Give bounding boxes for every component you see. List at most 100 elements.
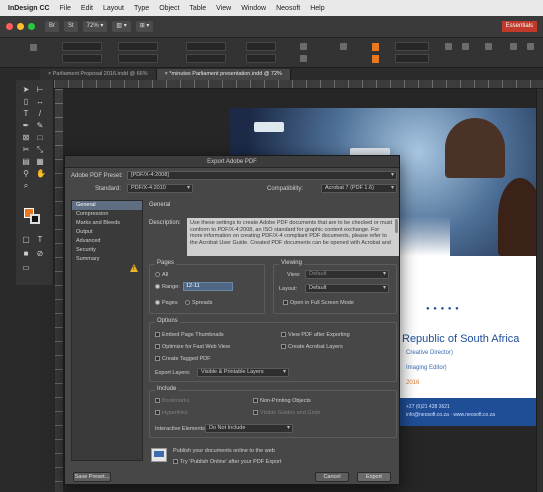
- menu-window[interactable]: Window: [241, 5, 266, 12]
- apply-none-icon[interactable]: ⊘: [36, 250, 44, 258]
- layout-select[interactable]: Default: [305, 284, 389, 293]
- screen-mode-dropdown[interactable]: ⊞ ▾: [135, 21, 154, 32]
- app-name-menu[interactable]: InDesign CC: [8, 5, 50, 12]
- menu-edit[interactable]: Edit: [81, 5, 93, 12]
- effects-icon[interactable]: [445, 43, 452, 50]
- type-tool-icon[interactable]: T: [22, 110, 30, 118]
- bridge-icon[interactable]: Br: [45, 21, 59, 32]
- scale-x-field[interactable]: [186, 42, 226, 51]
- free-transform-tool-icon[interactable]: ⤡: [36, 146, 44, 154]
- rectangle-tool-icon[interactable]: □: [36, 134, 44, 142]
- formatting-text-icon[interactable]: T: [36, 236, 44, 244]
- publish-online-checkbox[interactable]: Try 'Publish Online' after your PDF Expo…: [173, 459, 282, 465]
- sidebar-item-marks-bleeds[interactable]: Marks and Bleeds: [72, 219, 142, 228]
- hyperlinks-checkbox[interactable]: Hyperlinks: [155, 410, 188, 416]
- standard-select[interactable]: PDF/X-4:2010: [127, 184, 193, 193]
- menu-type[interactable]: Type: [134, 5, 149, 12]
- direct-selection-tool-icon[interactable]: ⊢: [36, 86, 44, 94]
- workspace-switcher[interactable]: Essentials: [501, 21, 537, 32]
- view-select[interactable]: Default: [305, 270, 389, 279]
- selection-tool-icon[interactable]: ➤: [22, 86, 30, 94]
- cancel-button[interactable]: Cancel: [315, 472, 349, 482]
- shear-field[interactable]: [246, 54, 276, 63]
- stroke-swatch-icon[interactable]: [30, 214, 40, 224]
- menu-help[interactable]: Help: [310, 5, 324, 12]
- save-preset-button[interactable]: Save Preset...: [73, 472, 111, 482]
- acrobat-layers-checkbox[interactable]: Create Acrobat Layers: [281, 344, 343, 350]
- interactive-elements-select[interactable]: Do Not Include: [205, 424, 293, 433]
- scissors-tool-icon[interactable]: ✂: [22, 146, 30, 154]
- rotation-field[interactable]: [246, 42, 276, 51]
- embed-thumbnails-checkbox[interactable]: Embed Page Thumbnails: [155, 332, 224, 338]
- gradient-tool-icon[interactable]: ▤: [22, 158, 30, 166]
- drop-shadow-icon[interactable]: [462, 43, 469, 50]
- pages-option-radio[interactable]: Pages: [155, 300, 178, 306]
- eyedropper-tool-icon[interactable]: ⚲: [22, 170, 30, 178]
- formatting-container-icon[interactable]: ▢: [22, 236, 30, 244]
- screen-mode-icon[interactable]: ▭: [22, 264, 30, 272]
- sidebar-item-general[interactable]: General: [72, 201, 142, 210]
- stroke-weight-field[interactable]: [395, 42, 429, 51]
- menu-file[interactable]: File: [60, 5, 71, 12]
- gap-tool-icon[interactable]: ↔: [36, 98, 44, 106]
- compatibility-select[interactable]: Acrobat 7 (PDF 1.6): [321, 184, 397, 193]
- view-options-dropdown[interactable]: ▥ ▾: [112, 21, 131, 32]
- menu-view[interactable]: View: [216, 5, 231, 12]
- rotate-icon[interactable]: [300, 43, 307, 50]
- zoom-level-dropdown[interactable]: 72% ▾: [82, 21, 108, 32]
- flip-icon[interactable]: [300, 55, 307, 62]
- sidebar-item-compression[interactable]: Compression: [72, 210, 142, 219]
- document-tab-presentation[interactable]: × *minutes Parliament presentation.indd …: [156, 69, 291, 80]
- panel-menu-icon[interactable]: [527, 43, 534, 50]
- close-window-button[interactable]: [6, 23, 13, 30]
- view-after-export-checkbox[interactable]: View PDF after Exporting: [281, 332, 350, 338]
- sidebar-item-output[interactable]: Output: [72, 228, 142, 237]
- spreads-option-radio[interactable]: Spreads: [185, 300, 213, 306]
- stock-icon[interactable]: St: [64, 21, 78, 32]
- fullscreen-checkbox[interactable]: Open in Full Screen Mode: [283, 300, 354, 306]
- document-tab-proposal[interactable]: × Parliament Proposal 2016.indd @ 66%: [40, 69, 157, 80]
- hand-tool-icon[interactable]: ✋: [36, 170, 46, 178]
- pages-range-radio[interactable]: Range:: [155, 284, 180, 290]
- menu-object[interactable]: Object: [159, 5, 179, 12]
- apply-color-icon[interactable]: ■: [22, 250, 30, 258]
- pages-all-radio[interactable]: All: [155, 272, 168, 278]
- stroke-color-swatch[interactable]: [372, 55, 379, 63]
- optimize-web-checkbox[interactable]: Optimize for Fast Web View: [155, 344, 230, 350]
- description-scrollbar[interactable]: [395, 219, 398, 233]
- zoom-tool-icon[interactable]: ⌕: [22, 182, 30, 190]
- tagged-pdf-checkbox[interactable]: Create Tagged PDF: [155, 356, 211, 362]
- y-position-field[interactable]: [62, 54, 102, 63]
- menu-layout[interactable]: Layout: [103, 5, 124, 12]
- note-tool-icon[interactable]: ▦: [36, 158, 44, 166]
- minimize-window-button[interactable]: [17, 23, 24, 30]
- x-position-field[interactable]: [62, 42, 102, 51]
- sidebar-item-advanced[interactable]: Advanced: [72, 237, 142, 246]
- width-field[interactable]: [118, 42, 158, 51]
- page-tool-icon[interactable]: ▯: [22, 98, 30, 106]
- pen-tool-icon[interactable]: ✒: [22, 122, 30, 130]
- bookmarks-checkbox[interactable]: Bookmarks: [155, 398, 190, 404]
- select-container-icon[interactable]: [340, 43, 347, 50]
- menu-table[interactable]: Table: [189, 5, 206, 12]
- description-textarea[interactable]: Use these settings to create Adobe PDF d…: [187, 218, 399, 256]
- line-tool-icon[interactable]: /: [36, 110, 44, 118]
- export-layers-select[interactable]: Visible & Printable Layers: [197, 368, 289, 377]
- sidebar-item-security[interactable]: Security: [72, 246, 142, 255]
- nonprinting-objects-checkbox[interactable]: Non-Printing Objects: [253, 398, 311, 404]
- visible-guides-checkbox[interactable]: Visible Guides and Grids: [253, 410, 320, 416]
- preset-select[interactable]: [PDF/X-4:2008]: [127, 171, 397, 180]
- sidebar-item-summary[interactable]: Summary: [72, 255, 142, 264]
- export-button[interactable]: Export: [357, 472, 391, 482]
- scale-y-field[interactable]: [186, 54, 226, 63]
- stroke-type-field[interactable]: [395, 54, 429, 63]
- zoom-window-button[interactable]: [28, 23, 35, 30]
- fill-color-swatch[interactable]: [372, 43, 379, 51]
- pencil-tool-icon[interactable]: ✎: [36, 122, 44, 130]
- reference-point-icon[interactable]: [30, 44, 37, 51]
- page-range-field[interactable]: 12-11: [183, 282, 233, 291]
- align-icon[interactable]: [510, 43, 517, 50]
- height-field[interactable]: [118, 54, 158, 63]
- menu-neosoft[interactable]: Neosoft: [276, 5, 300, 12]
- wrap-icon[interactable]: [485, 43, 492, 50]
